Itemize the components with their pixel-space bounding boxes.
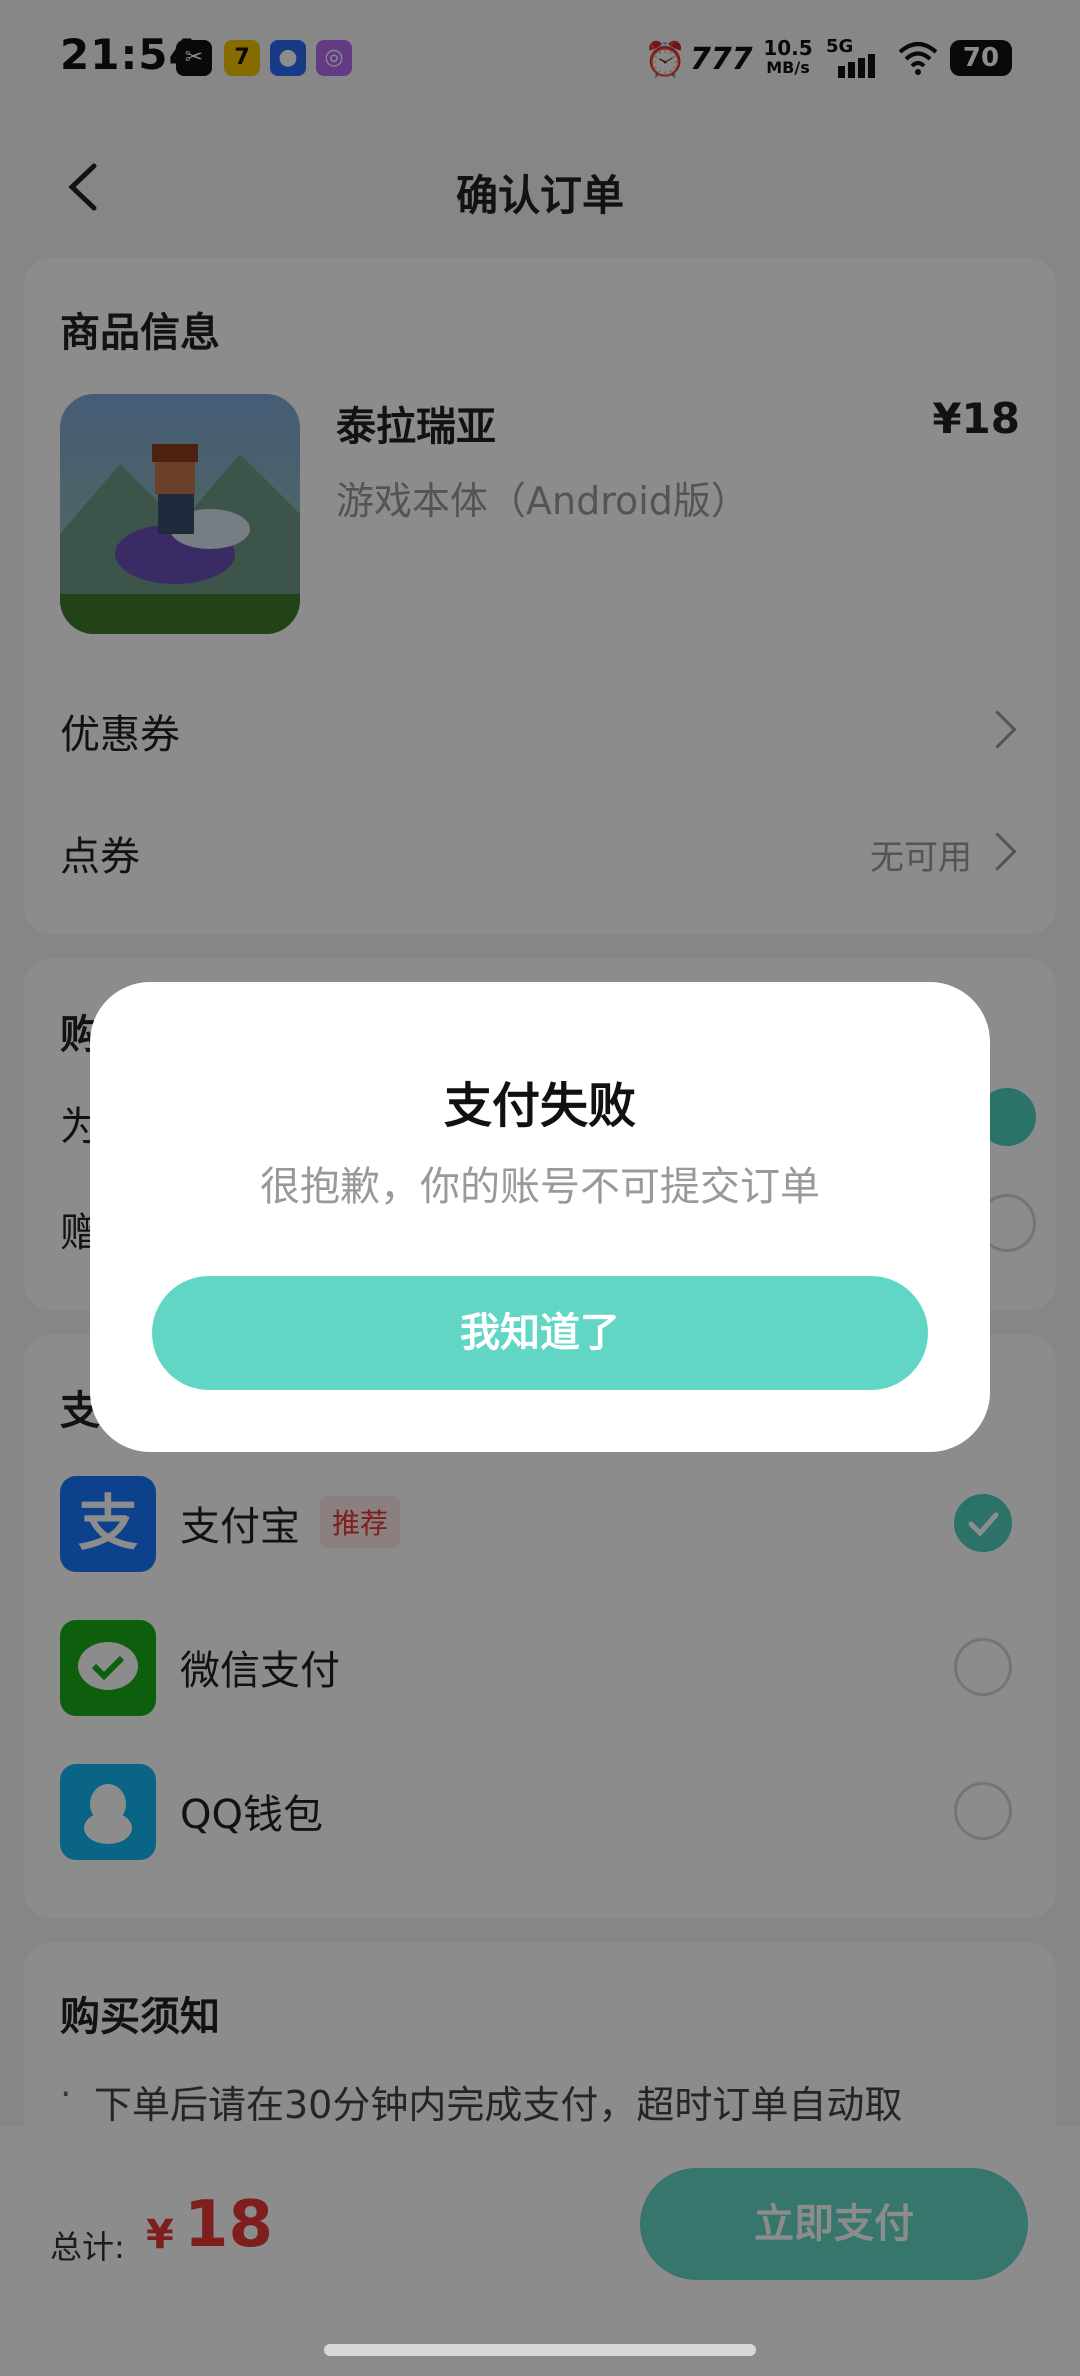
payment-failed-dialog: 支付失败 很抱歉，你的账号不可提交订单 我知道了 bbox=[90, 982, 990, 1452]
dialog-confirm-button[interactable]: 我知道了 bbox=[152, 1276, 928, 1390]
dialog-title: 支付失败 bbox=[443, 1078, 636, 1134]
home-indicator[interactable] bbox=[324, 2344, 756, 2356]
dialog-message: 很抱歉，你的账号不可提交订单 bbox=[260, 1164, 820, 1210]
